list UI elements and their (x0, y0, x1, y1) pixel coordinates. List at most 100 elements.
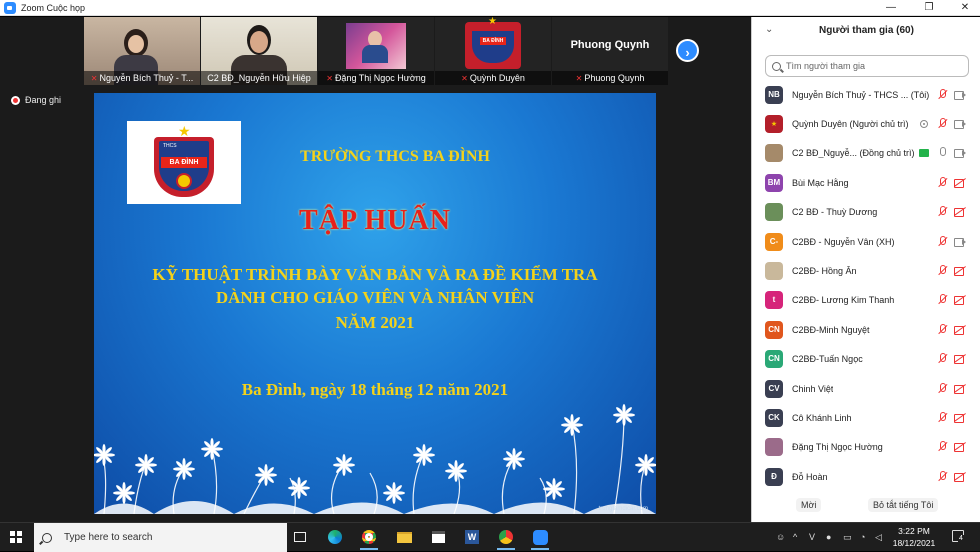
participant-name: C2BĐ-Minh Nguyệt (792, 324, 870, 335)
video-thumb-5[interactable]: Phuong Quynh ✕ Phuong Quynh (552, 17, 668, 85)
windows-start-icon[interactable] (10, 531, 22, 543)
camera-off-icon[interactable] (954, 207, 966, 217)
video-thumb-1[interactable]: ✕ Nguyễn Bích Thuỷ - T... (84, 17, 200, 85)
mic-muted-icon[interactable] (938, 383, 947, 394)
camera-on-icon[interactable] (954, 237, 966, 247)
video-thumb-4[interactable]: BA ĐÌNH ★ ✕ Quỳnh Duyên (435, 17, 551, 85)
store-icon[interactable] (427, 528, 449, 546)
mic-muted-icon[interactable] (938, 206, 947, 217)
participant-row[interactable]: Đặng Thị Ngọc Hường (752, 432, 980, 461)
mic-muted-icon[interactable] (938, 471, 947, 482)
participant-row[interactable]: CN C2BĐ-Tuấn Ngọc (752, 344, 980, 373)
mic-muted-icon[interactable] (938, 412, 947, 423)
close-button[interactable]: ✕ (950, 0, 980, 16)
participant-row[interactable]: NB Nguyễn Bích Thuỷ - THCS ... (Tôi) (752, 80, 980, 109)
slide-subtitle-line-3: NĂM 2021 (335, 313, 415, 332)
mic-muted-icon[interactable] (938, 441, 947, 452)
search-icon (42, 532, 52, 543)
video-thumb-3[interactable]: ✕ Đặng Thị Ngọc Hường (318, 17, 434, 85)
zoom-taskbar-icon[interactable] (529, 528, 551, 550)
minimize-button[interactable]: — (876, 0, 906, 16)
thumb-display-name: Phuong Quynh (570, 39, 650, 51)
avatar (765, 261, 783, 280)
participant-row[interactable]: CK Cô Khánh Linh (752, 403, 980, 432)
participant-row[interactable]: C- C2BĐ - Nguyễn Vân (XH) (752, 227, 980, 256)
participant-name: Bùi Mạc Hằng (792, 177, 849, 188)
participant-name: Chinh Việt (792, 383, 834, 394)
camera-off-icon[interactable] (954, 413, 966, 423)
mic-muted-icon[interactable] (938, 89, 947, 100)
microphone-icon[interactable]: ● (826, 532, 831, 542)
clock-date: 18/12/2021 (892, 538, 936, 548)
flowers-decoration (94, 404, 656, 514)
participant-row[interactable]: CV Chinh Việt (752, 374, 980, 403)
mic-muted-icon[interactable] (938, 324, 947, 335)
participant-row[interactable]: ★ Quỳnh Duyên (Người chủ trì) (752, 109, 980, 138)
task-view-icon[interactable] (289, 528, 311, 546)
thumb-name: Đặng Thị Ngọc Hường (334, 73, 426, 83)
taskbar-search[interactable]: Type here to search (34, 523, 287, 552)
camera-off-icon[interactable] (954, 384, 966, 394)
next-page-button[interactable]: › (676, 39, 699, 62)
slide-subtitle-line-1: KỸ THUẬT TRÌNH BÀY VĂN BẢN VÀ RA ĐỀ KIỂM… (152, 265, 598, 284)
invite-button[interactable]: Mời (796, 498, 822, 512)
panel-title: Người tham gia (60) (819, 25, 914, 36)
camera-on-icon[interactable] (954, 148, 966, 158)
avatar: C- (765, 232, 783, 251)
participant-search-input[interactable] (786, 61, 956, 71)
participant-row[interactable]: t C2BĐ- Lương Kim Thanh (752, 285, 980, 314)
avatar: CN (765, 320, 783, 339)
participant-row[interactable]: BM Bùi Mạc Hằng (752, 168, 980, 197)
edge-icon[interactable] (324, 528, 346, 546)
mic-muted-icon: ✕ (90, 73, 98, 83)
mic-muted-icon[interactable] (938, 294, 947, 305)
word-icon[interactable]: W (461, 528, 483, 546)
show-hidden-icons[interactable]: ^ (793, 532, 797, 542)
camera-off-icon[interactable] (954, 472, 966, 482)
participant-row[interactable]: C2 BĐ_Nguyễ... (Đồng chủ trì) (752, 138, 980, 167)
participant-name: Quỳnh Duyên (Người chủ trì) (792, 118, 909, 129)
battery-icon[interactable]: ▭ (843, 532, 852, 543)
participant-row[interactable]: Đ Đỗ Hoàn (752, 462, 980, 491)
logo-mini: BA ĐÌNH (480, 37, 506, 45)
camera-on-icon[interactable] (954, 119, 966, 129)
recording-indicator[interactable]: Đang ghi (11, 95, 61, 105)
camera-on-icon[interactable] (954, 90, 966, 100)
unmute-me-button[interactable]: Bỏ tắt tiếng Tôi (868, 498, 939, 512)
camera-off-icon[interactable] (954, 325, 966, 335)
volume-icon[interactable]: ◁ (875, 532, 882, 543)
camera-off-icon[interactable] (954, 442, 966, 452)
avatar: t (765, 290, 783, 309)
camera-off-icon[interactable] (954, 178, 966, 188)
participant-row[interactable]: C2 BĐ - Thuỳ Dương (752, 197, 980, 226)
wifi-icon[interactable]: ◔ (860, 532, 865, 542)
file-explorer-icon[interactable] (393, 528, 415, 546)
maximize-button[interactable]: ❐ (914, 0, 944, 16)
chrome-icon[interactable] (358, 528, 380, 550)
mic-muted-icon[interactable] (938, 177, 947, 188)
mic-muted-icon[interactable] (938, 265, 947, 276)
mic-on-icon[interactable] (938, 147, 947, 158)
camera-off-icon[interactable] (954, 354, 966, 364)
school-logo: ★ THCS BA ĐÌNH (127, 121, 241, 204)
mic-muted-icon[interactable] (938, 236, 947, 247)
taskbar-clock[interactable]: 3:22 PM 18/12/2021 (884, 525, 944, 549)
participant-name: C2 BĐ_Nguyễ... (Đồng chủ trì) (792, 147, 915, 158)
avatar: NB (765, 85, 783, 104)
mic-muted-icon[interactable] (938, 118, 947, 129)
logo-small-text: THCS (163, 143, 177, 149)
chrome-notification-icon[interactable] (495, 528, 517, 550)
mic-muted-icon[interactable] (938, 353, 947, 364)
participant-row[interactable]: C2BĐ- Hồng Ân (752, 256, 980, 285)
camera-off-icon[interactable] (954, 266, 966, 276)
participant-name: C2BĐ - Nguyễn Vân (XH) (792, 236, 895, 247)
video-thumb-2[interactable]: C2 BĐ_Nguyễn Hữu Hiệp (201, 17, 317, 85)
thumb-name: C2 BĐ_Nguyễn Hữu Hiệp (207, 73, 311, 83)
camera-off-icon[interactable] (954, 295, 966, 305)
participant-search[interactable] (765, 55, 969, 77)
participant-row[interactable]: CN C2BĐ-Minh Nguyệt (752, 315, 980, 344)
person-icon[interactable]: ☺ (776, 532, 785, 542)
taskbar-search-text: Type here to search (64, 532, 153, 543)
vpn-icon[interactable]: V (809, 532, 815, 542)
screen-share-icon (919, 148, 929, 157)
